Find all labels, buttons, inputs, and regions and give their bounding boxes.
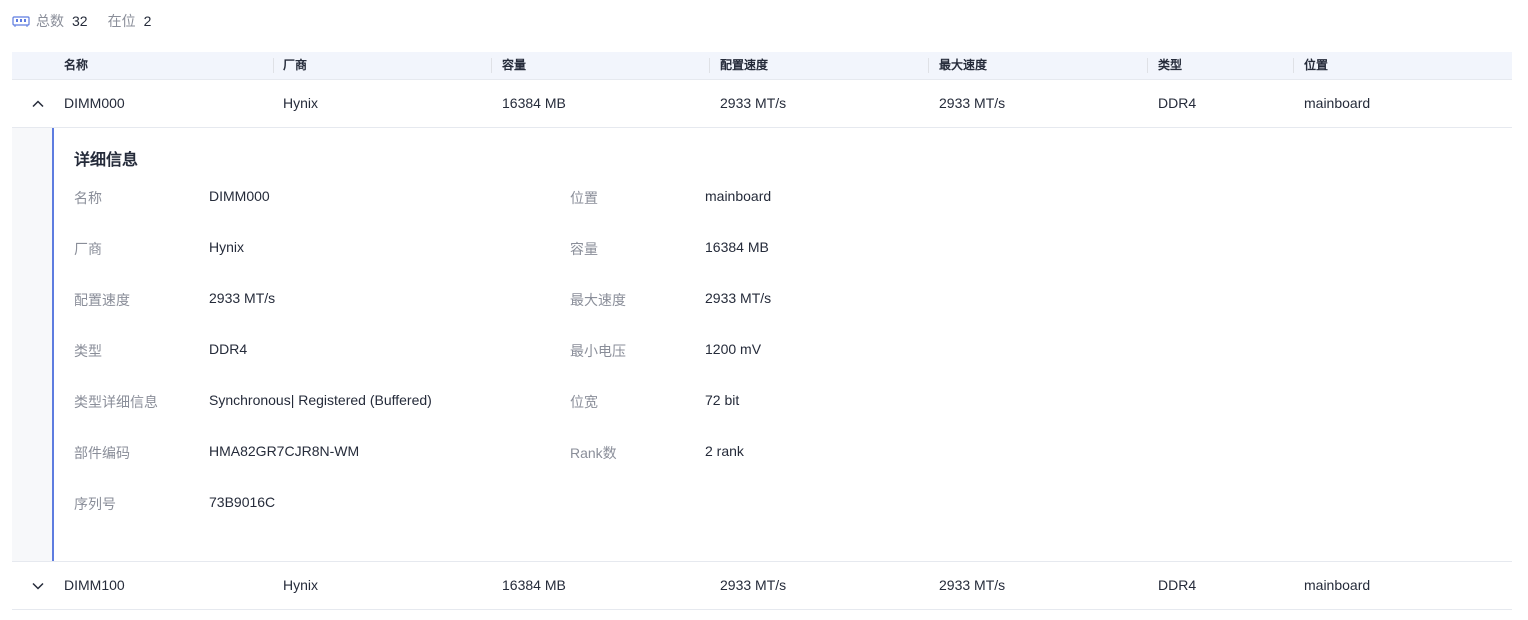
detail-panel: 详细信息 名称 DIMM000 厂商 Hynix 配置速度 2933 MT/s … bbox=[12, 128, 1512, 562]
detail-value-bit-width: 72 bit bbox=[705, 392, 740, 408]
column-header-name[interactable]: 名称 bbox=[64, 52, 88, 79]
column-divider[interactable] bbox=[1293, 58, 1294, 73]
detail-label-part-number: 部件编码 bbox=[74, 445, 130, 461]
memory-icon bbox=[12, 16, 30, 27]
detail-value-part-number: HMA82GR7CJR8N-WM bbox=[209, 443, 360, 459]
column-divider[interactable] bbox=[1147, 58, 1148, 73]
column-header-max-speed[interactable]: 最大速度 bbox=[939, 52, 987, 79]
present-label: 在位 bbox=[107, 13, 136, 29]
table-row[interactable]: DIMM000 Hynix 16384 MB 2933 MT/s 2933 MT… bbox=[12, 80, 1512, 128]
cell-max-speed: 2933 MT/s bbox=[939, 95, 1006, 111]
detail-label-capacity: 容量 bbox=[570, 241, 598, 257]
detail-value-config-speed: 2933 MT/s bbox=[209, 290, 276, 306]
detail-label-bit-width: 位宽 bbox=[570, 394, 598, 410]
detail-value-name: DIMM000 bbox=[209, 188, 270, 204]
detail-label-rank: Rank数 bbox=[570, 445, 617, 461]
detail-value-capacity: 16384 MB bbox=[705, 239, 769, 255]
chevron-up-icon[interactable] bbox=[30, 96, 46, 112]
cell-capacity: 16384 MB bbox=[502, 95, 566, 111]
detail-label-location: 位置 bbox=[570, 190, 598, 206]
detail-label-type-detail: 类型详细信息 bbox=[74, 394, 158, 410]
detail-label-vendor: 厂商 bbox=[74, 241, 102, 257]
column-header-type[interactable]: 类型 bbox=[1158, 52, 1182, 79]
column-header-vendor[interactable]: 厂商 bbox=[283, 52, 307, 79]
cell-location: mainboard bbox=[1304, 577, 1371, 593]
cell-vendor: Hynix bbox=[283, 577, 319, 593]
present-value: 2 bbox=[143, 13, 152, 29]
cell-vendor: Hynix bbox=[283, 95, 319, 111]
cell-capacity: 16384 MB bbox=[502, 577, 566, 593]
detail-accent-bar bbox=[52, 128, 54, 561]
detail-value-type-detail: Synchronous| Registered (Buffered) bbox=[209, 392, 432, 408]
detail-label-serial: 序列号 bbox=[74, 496, 116, 512]
column-divider[interactable] bbox=[491, 58, 492, 73]
detail-label-name: 名称 bbox=[74, 190, 102, 206]
detail-label-config-speed: 配置速度 bbox=[74, 292, 130, 308]
cell-name: DIMM100 bbox=[64, 577, 125, 593]
detail-label-max-speed: 最大速度 bbox=[570, 292, 626, 308]
cell-config-speed: 2933 MT/s bbox=[720, 95, 787, 111]
column-header-config-speed[interactable]: 配置速度 bbox=[720, 52, 768, 79]
detail-value-min-voltage: 1200 mV bbox=[705, 341, 762, 357]
memory-table: 名称 厂商 容量 配置速度 最大速度 类型 位置 DIMM000 Hynix 1… bbox=[12, 52, 1512, 610]
total-label: 总数 bbox=[36, 13, 64, 29]
table-row[interactable]: DIMM100 Hynix 16384 MB 2933 MT/s 2933 MT… bbox=[12, 562, 1512, 610]
detail-value-vendor: Hynix bbox=[209, 239, 245, 255]
detail-value-serial: 73B9016C bbox=[209, 494, 276, 510]
column-divider[interactable] bbox=[928, 58, 929, 73]
memory-summary: 总数 32 在位 2 bbox=[12, 10, 171, 32]
detail-label-min-voltage: 最小电压 bbox=[570, 343, 626, 359]
column-divider[interactable] bbox=[273, 58, 274, 73]
cell-config-speed: 2933 MT/s bbox=[720, 577, 787, 593]
detail-indent bbox=[12, 128, 52, 561]
cell-type: DDR4 bbox=[1158, 95, 1197, 111]
total-value: 32 bbox=[72, 13, 88, 29]
column-divider[interactable] bbox=[709, 58, 710, 73]
cell-max-speed: 2933 MT/s bbox=[939, 577, 1006, 593]
cell-name: DIMM000 bbox=[64, 95, 125, 111]
chevron-down-icon[interactable] bbox=[30, 578, 46, 594]
cell-location: mainboard bbox=[1304, 95, 1371, 111]
column-header-location[interactable]: 位置 bbox=[1304, 52, 1328, 79]
cell-type: DDR4 bbox=[1158, 577, 1197, 593]
detail-value-location: mainboard bbox=[705, 188, 772, 204]
detail-value-rank: 2 rank bbox=[705, 443, 744, 459]
detail-value-max-speed: 2933 MT/s bbox=[705, 290, 772, 306]
detail-label-type: 类型 bbox=[74, 343, 102, 359]
table-header: 名称 厂商 容量 配置速度 最大速度 类型 位置 bbox=[12, 52, 1512, 80]
column-header-capacity[interactable]: 容量 bbox=[502, 52, 526, 79]
detail-value-type: DDR4 bbox=[209, 341, 248, 357]
detail-title: 详细信息 bbox=[74, 152, 139, 169]
